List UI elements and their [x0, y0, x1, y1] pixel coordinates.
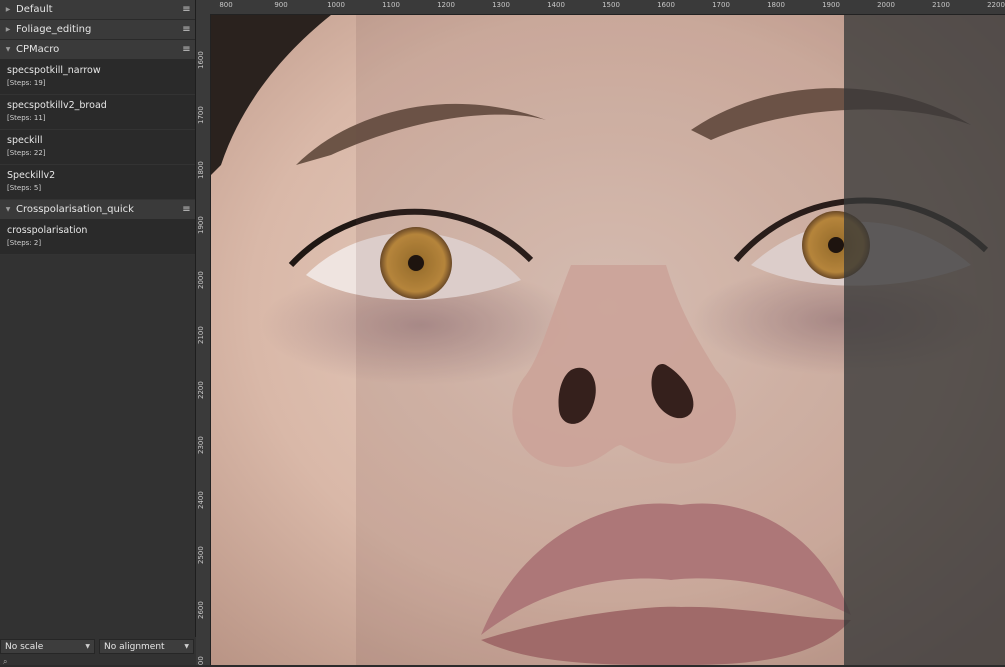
macro-steps: [Steps: 5] [7, 184, 42, 192]
macro-steps: [Steps: 11] [7, 114, 46, 122]
ruler-tick-label: 2700 [197, 656, 205, 665]
category-menu-icon[interactable]: ≡ [177, 4, 195, 15]
search-icon[interactable]: ⌕ [3, 657, 7, 667]
ruler-tick-label: 1800 [197, 161, 205, 179]
ruler-tick-label: 1500 [602, 1, 620, 9]
collapse-triangle-icon[interactable]: ▼ [0, 46, 16, 53]
category-default[interactable]: ▶ Default ≡ [0, 0, 195, 20]
scale-select-value: No scale [5, 641, 44, 652]
macro-item-speckill[interactable]: speckill [Steps: 22] [0, 130, 195, 165]
scale-select[interactable]: No scale ▼ [0, 639, 95, 654]
face-photo [211, 15, 1005, 665]
ruler-tick-label: 1700 [712, 1, 730, 9]
macro-steps: [Steps: 2] [7, 239, 42, 247]
ruler-tick-label: 2400 [197, 491, 205, 509]
ruler-left[interactable]: 1600 1700 1800 1900 2000 2100 2200 2300 2400 2500… [196, 14, 211, 665]
ruler-tick-label: 800 [219, 1, 233, 9]
ruler-tick-label: 1600 [197, 51, 205, 69]
expand-triangle-icon[interactable]: ▶ [0, 6, 16, 13]
ruler-tick-label: 2000 [197, 271, 205, 289]
ruler-tick-label: 1800 [767, 1, 785, 9]
ruler-tick-label: 1200 [437, 1, 455, 9]
ruler-tick-label: 2200 [197, 381, 205, 399]
ruler-tick-label: 2100 [932, 1, 950, 9]
panel-footer: No scale ▼ No alignment ▼ ⌕ [0, 637, 196, 667]
ruler-tick-label: 2100 [197, 326, 205, 344]
ruler-tick-label: 1700 [197, 106, 205, 124]
ruler-tick-label: 2300 [197, 436, 205, 454]
ruler-tick-label: 1100 [382, 1, 400, 9]
ruler-tick-label: 1900 [822, 1, 840, 9]
macro-name: Speckillv2 [7, 170, 56, 181]
macros-panel: ▶ Default ≡ ▶ Foliage_editing ≡ ▼ CPMacr… [0, 0, 196, 667]
chevron-down-icon: ▼ [184, 643, 189, 650]
ruler-tick-label: 1400 [547, 1, 565, 9]
ruler-tick-label: 1000 [327, 1, 345, 9]
ruler-tick-label: 2200 [987, 1, 1005, 9]
macro-steps: [Steps: 19] [7, 79, 46, 87]
selection-overlay [356, 15, 844, 665]
category-crosspolarisation-quick[interactable]: ▼ Crosspolarisation_quick ≡ [0, 200, 195, 220]
category-menu-icon[interactable]: ≡ [177, 24, 195, 35]
ruler-tick-label: 1600 [657, 1, 675, 9]
ruler-tick-label: 2600 [197, 601, 205, 619]
ruler-tick-label: 2500 [197, 546, 205, 564]
macro-name: speckill [7, 135, 43, 146]
macro-item-crosspolarisation[interactable]: crosspolarisation [Steps: 2] [0, 220, 195, 255]
alignment-select-value: No alignment [104, 641, 165, 652]
ruler-tick-label: 1900 [197, 216, 205, 234]
document-canvas[interactable] [211, 15, 1005, 665]
collapse-triangle-icon[interactable]: ▼ [0, 206, 16, 213]
macro-item-speckillv2[interactable]: Speckillv2 [Steps: 5] [0, 165, 195, 200]
macro-steps: [Steps: 22] [7, 149, 46, 157]
chevron-down-icon: ▼ [85, 643, 90, 650]
macro-item-specspotkill-narrow[interactable]: specspotkill_narrow [Steps: 19] [0, 60, 195, 95]
category-name: Default [16, 4, 53, 15]
category-menu-icon[interactable]: ≡ [177, 44, 195, 55]
alignment-select[interactable]: No alignment ▼ [99, 639, 194, 654]
expand-triangle-icon[interactable]: ▶ [0, 26, 16, 33]
category-name: Crosspolarisation_quick [16, 204, 134, 215]
ruler-tick-label: 900 [274, 1, 288, 9]
ruler-tick-label: 1300 [492, 1, 510, 9]
ruler-top[interactable]: 800 900 1000 1100 1200 1300 1400 1500 1600 1700 18… [196, 0, 1005, 15]
macro-item-specspotkillv2-broad[interactable]: specspotkillv2_broad [Steps: 11] [0, 95, 195, 130]
category-foliage-editing[interactable]: ▶ Foliage_editing ≡ [0, 20, 195, 40]
macro-name: specspotkill_narrow [7, 65, 101, 76]
category-menu-icon[interactable]: ≡ [177, 204, 195, 215]
ruler-tick-label: 2000 [877, 1, 895, 9]
macro-name: specspotkillv2_broad [7, 100, 107, 111]
macro-name: crosspolarisation [7, 225, 88, 236]
category-name: Foliage_editing [16, 24, 92, 35]
category-name: CPMacro [16, 44, 60, 55]
category-cpmacro[interactable]: ▼ CPMacro ≡ [0, 40, 195, 60]
